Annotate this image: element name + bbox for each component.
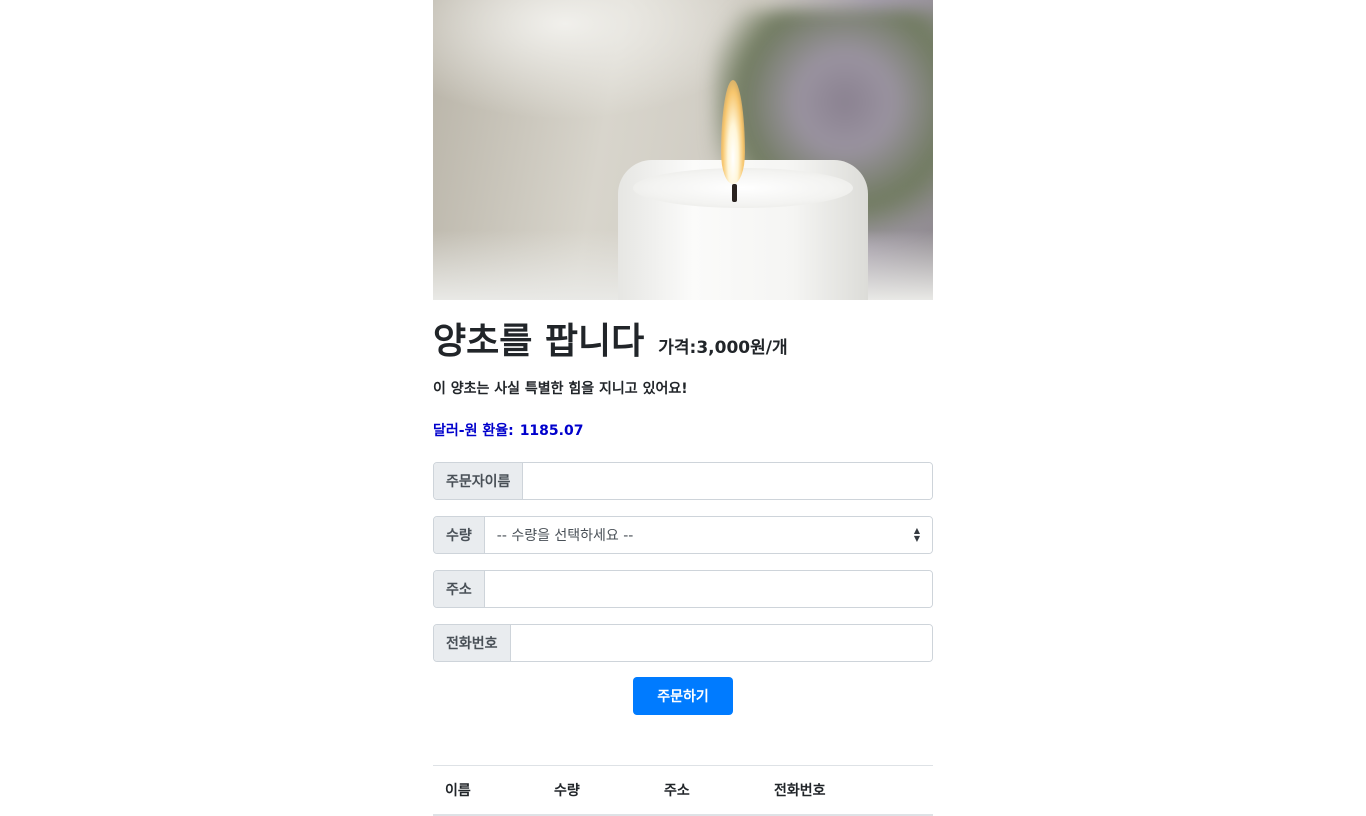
address-label: 주소 (434, 571, 485, 607)
phone-label: 전화번호 (434, 625, 511, 661)
candle-wick (732, 184, 737, 202)
exchange-rate: 달러-원 환율: 1185.07 (433, 420, 933, 440)
quantity-label: 수량 (434, 517, 485, 553)
exchange-rate-label: 달러-원 환율: (433, 423, 514, 439)
orders-table: 이름 수량 주소 전화번호 (433, 765, 933, 816)
table-header-row: 이름 수량 주소 전화번호 (433, 765, 933, 816)
candle-top (633, 168, 853, 208)
order-form: 주문자이름 수량 -- 수량을 선택하세요 -- ▲ ▼ 주소 전화번호 주문하기 (433, 462, 933, 715)
address-input-group: 주소 (433, 570, 933, 608)
name-label: 주문자이름 (434, 463, 524, 499)
product-description: 이 양초는 사실 특별한 힘을 지니고 있어요! (433, 381, 688, 397)
name-input[interactable] (523, 463, 932, 499)
submit-row: 주문하기 (433, 677, 933, 715)
title-row: 양초를 팝니다 가격:3,000원/개 (433, 320, 933, 364)
main-container: 양초를 팝니다 가격:3,000원/개 이 양초는 사실 특별한 힘을 지니고 … (433, 0, 933, 816)
candle-photo (433, 0, 933, 300)
quantity-select[interactable]: -- 수량을 선택하세요 -- ▲ ▼ (484, 517, 932, 553)
column-header-phone: 전화번호 (762, 765, 933, 816)
column-header-quantity: 수량 (542, 765, 652, 816)
quantity-input-group: 수량 -- 수량을 선택하세요 -- ▲ ▼ (433, 516, 933, 554)
page-title: 양초를 팝니다 (433, 321, 645, 362)
column-header-address: 주소 (652, 765, 762, 816)
select-arrows-icon: ▲ ▼ (913, 526, 920, 543)
column-header-name: 이름 (433, 765, 542, 816)
phone-input[interactable] (510, 625, 932, 661)
exchange-rate-value: 1185.07 (519, 423, 584, 439)
quantity-selected-value: -- 수량을 선택하세요 -- (496, 528, 634, 544)
address-input[interactable] (484, 571, 932, 607)
order-button[interactable]: 주문하기 (633, 677, 733, 715)
name-input-group: 주문자이름 (433, 462, 933, 500)
phone-input-group: 전화번호 (433, 624, 933, 662)
product-price: 가격:3,000원/개 (658, 338, 788, 358)
